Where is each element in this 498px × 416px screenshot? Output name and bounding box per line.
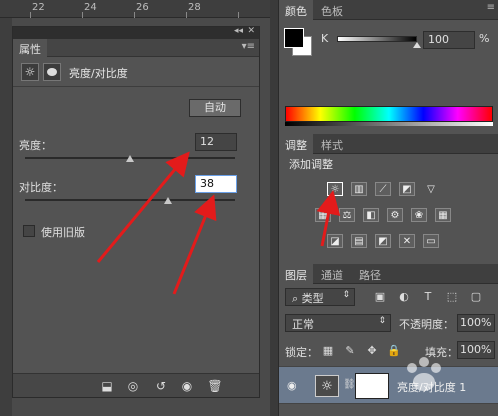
exposure-icon[interactable]: ◩	[399, 182, 415, 196]
brightness-adjustment-icon: ☼	[315, 375, 339, 397]
threshold-icon[interactable]: ◩	[375, 234, 391, 248]
legacy-checkbox[interactable]	[23, 225, 35, 237]
ruler-mark: 22	[32, 2, 45, 13]
delete-trash-icon[interactable]: 🗑	[207, 378, 223, 394]
type-filter-icon[interactable]: T	[421, 290, 435, 304]
ruler-tick	[30, 12, 31, 18]
shape-filter-icon[interactable]: ⬚	[445, 290, 459, 304]
channel-mixer-icon[interactable]: ▦	[435, 208, 451, 222]
tab-swatches[interactable]: 色板	[315, 0, 349, 20]
properties-footer: ⬓ ◎ ↺ ◉ 🗑	[13, 373, 259, 397]
ruler-tick	[82, 12, 83, 18]
adjustment-title: 亮度/对比度	[69, 67, 128, 80]
tab-styles[interactable]: 样式	[315, 134, 349, 154]
smart-object-filter-icon[interactable]: ▢	[469, 290, 483, 304]
layers-tabbar: 图层 通道 路径	[279, 264, 498, 284]
blend-mode-select[interactable]: 正常 ⇕	[285, 314, 391, 332]
properties-header: ☼ 亮度/对比度	[13, 57, 259, 87]
pixel-filter-icon[interactable]: ▣	[373, 290, 387, 304]
ruler-mark: 24	[84, 2, 97, 13]
layer-mask-icon[interactable]	[43, 63, 61, 81]
link-chain-icon[interactable]: ⛓	[343, 379, 356, 390]
k-channel-input[interactable]: 100	[423, 31, 475, 49]
collapse-icon[interactable]: ◂◂	[234, 26, 243, 36]
k-channel-label: K	[321, 32, 329, 45]
ruler-mark: 26	[136, 2, 149, 13]
visibility-eye-icon[interactable]: ◉	[179, 378, 195, 394]
grayscale-bar[interactable]	[285, 122, 493, 126]
ruler-mark: 28	[188, 2, 201, 13]
lock-label: 锁定：	[285, 346, 318, 359]
hue-saturation-icon[interactable]: ⚖	[339, 208, 355, 222]
visibility-eye-icon[interactable]: ◉	[287, 379, 297, 392]
ruler-tick	[238, 12, 239, 18]
lock-position-icon[interactable]: ✥	[365, 344, 379, 358]
view-previous-state-icon[interactable]: ◎	[125, 378, 141, 394]
tab-adjustments[interactable]: 调整	[279, 134, 313, 154]
properties-panel: ◂◂ ✕ 属性 ▾≡ ☼ 亮度/对比度 自动 亮度： 12 对比度： 38 使用…	[12, 26, 260, 398]
vertical-ruler[interactable]	[0, 18, 12, 416]
brightness-contrast-icon[interactable]: ☼	[327, 182, 343, 196]
panel-titlebar[interactable]: ◂◂ ✕	[13, 26, 259, 39]
chevron-down-icon: ⇕	[342, 290, 350, 300]
vibrance-icon[interactable]: ▦	[315, 208, 331, 222]
levels-icon[interactable]: ▥	[351, 182, 367, 196]
clip-to-layer-icon[interactable]: ⬓	[99, 378, 115, 394]
lock-brush-icon[interactable]: ✎	[343, 344, 357, 358]
legacy-checkbox-label: 使用旧版	[41, 226, 85, 239]
auto-button[interactable]: 自动	[189, 99, 241, 117]
layer-mask-thumbnail[interactable]	[355, 373, 389, 399]
invert-icon[interactable]: ◪	[327, 234, 343, 248]
ruler-tick	[186, 12, 187, 18]
horizontal-ruler[interactable]: 22 24 26 28	[0, 0, 270, 18]
close-icon[interactable]: ✕	[247, 26, 255, 36]
tab-color[interactable]: 颜色	[279, 0, 313, 20]
blend-mode-value: 正常	[292, 318, 314, 331]
adjustments-title: 添加调整	[289, 158, 333, 171]
tab-channels[interactable]: 通道	[315, 264, 349, 284]
photo-filter-icon[interactable]: ❀	[411, 208, 427, 222]
adjustment-filter-icon[interactable]: ◐	[397, 290, 411, 304]
k-channel-thumb[interactable]	[413, 42, 421, 48]
tab-paths[interactable]: 路径	[353, 264, 387, 284]
contrast-label: 对比度：	[19, 181, 63, 194]
search-icon: ⌕	[292, 292, 302, 305]
gradient-triangle-icon[interactable]: ▽	[423, 182, 439, 196]
opacity-label: 不透明度：	[399, 318, 454, 331]
brightness-input[interactable]: 12	[195, 133, 237, 151]
color-balance-icon[interactable]: ◧	[363, 208, 379, 222]
tab-properties[interactable]: 属性	[13, 39, 47, 57]
chevron-down-icon: ⇕	[378, 316, 386, 326]
properties-tabbar: 属性 ▾≡	[13, 39, 259, 57]
curves-icon[interactable]: ⟋	[375, 182, 391, 196]
adjustments-tabbar: 调整 样式	[279, 134, 498, 154]
contrast-input[interactable]: 38	[195, 175, 237, 193]
watermark-logo	[407, 357, 441, 391]
ruler-tick	[134, 12, 135, 18]
color-spectrum-bar[interactable]	[285, 106, 493, 122]
layer-filter-select[interactable]: ⌕ 类型 ⇕	[285, 288, 355, 306]
opacity-input[interactable]: 100%	[457, 314, 495, 332]
k-channel-slider[interactable]	[337, 36, 417, 42]
contrast-slider-thumb[interactable]	[163, 197, 172, 204]
brightness-adjustment-icon[interactable]: ☼	[21, 63, 39, 81]
panel-menu-icon[interactable]: ≡	[487, 2, 495, 13]
foreground-color-swatch[interactable]	[284, 28, 304, 48]
selective-color-icon[interactable]: ✕	[399, 234, 415, 248]
gradient-map-icon[interactable]: ▭	[423, 234, 439, 248]
reset-icon[interactable]: ↺	[153, 378, 169, 394]
k-channel-unit: %	[479, 32, 490, 45]
color-tabbar: 颜色 色板 ≡	[279, 0, 498, 20]
posterize-icon[interactable]: ▤	[351, 234, 367, 248]
contrast-slider[interactable]	[25, 199, 235, 201]
black-white-icon[interactable]: ⚙	[387, 208, 403, 222]
lock-transparent-icon[interactable]: ▦	[321, 344, 335, 358]
brightness-label: 亮度：	[19, 139, 52, 152]
panel-menu-icon[interactable]: ▾≡	[242, 41, 255, 52]
brightness-slider-thumb[interactable]	[126, 155, 134, 162]
filter-type-value: 类型	[301, 292, 324, 305]
tab-layers[interactable]: 图层	[279, 264, 313, 284]
